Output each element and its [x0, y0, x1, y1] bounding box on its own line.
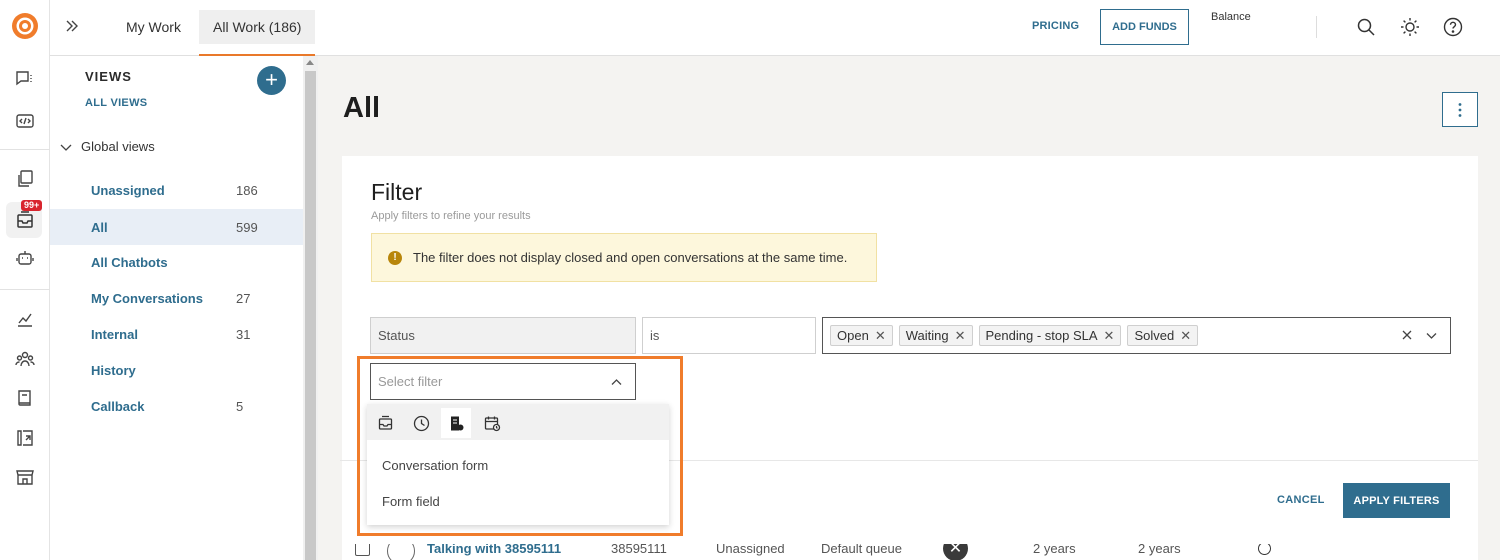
search-icon[interactable]: [1356, 17, 1376, 37]
view-count: 31: [236, 326, 251, 342]
chevron-down-icon: [59, 140, 73, 154]
page-title: All: [343, 92, 381, 124]
rail-divider: [0, 289, 50, 290]
view-count: 27: [236, 290, 251, 306]
scroll-up-arrow[interactable]: [306, 60, 314, 65]
global-views-toggle[interactable]: Global views: [59, 139, 155, 154]
value-chip: Pending - stop SLA ✕: [978, 325, 1122, 346]
warning-icon: !: [388, 250, 402, 265]
tab-all-work[interactable]: All Work (186): [199, 10, 316, 56]
more-options-button[interactable]: [1442, 92, 1478, 127]
left-rail: 99+: [0, 0, 50, 560]
chip-label: Solved: [1134, 328, 1175, 343]
filter-field-select[interactable]: Status: [370, 317, 636, 354]
people-icon[interactable]: [13, 347, 37, 371]
view-count: 186: [236, 182, 258, 198]
notification-badge: 99+: [21, 200, 43, 211]
filter-subtitle: Apply filters to refine your results: [371, 210, 531, 222]
view-label: Internal: [91, 326, 138, 342]
topbar-divider: [1316, 16, 1317, 38]
copy-icon[interactable]: [13, 167, 37, 191]
kebab-icon: [1458, 102, 1462, 117]
view-label: History: [91, 362, 136, 378]
value-chip: Open ✕: [830, 325, 893, 346]
chevron-down-icon[interactable]: [1425, 329, 1438, 342]
help-icon[interactable]: [1443, 17, 1463, 37]
view-item-my-conversations[interactable]: My Conversations 27: [50, 280, 303, 316]
view-item-unassigned[interactable]: Unassigned 186: [50, 172, 303, 208]
filter-operator-select[interactable]: is: [642, 317, 816, 354]
value-chip: Solved ✕: [1127, 325, 1199, 346]
remove-chip-icon[interactable]: ✕: [1104, 328, 1115, 344]
store-icon[interactable]: [13, 465, 37, 489]
apply-filters-button[interactable]: APPLY FILTERS: [1343, 483, 1450, 518]
app-logo-icon[interactable]: [11, 12, 39, 40]
add-view-button[interactable]: +: [257, 66, 286, 95]
view-item-all-chatbots[interactable]: All Chatbots: [50, 244, 303, 280]
clear-all-icon[interactable]: [1400, 328, 1414, 342]
value-chip: Waiting ✕: [898, 325, 973, 346]
view-item-history[interactable]: History: [50, 352, 303, 388]
remove-chip-icon[interactable]: ✕: [955, 328, 966, 344]
all-views-link[interactable]: ALL VIEWS: [85, 97, 147, 109]
chip-label: Pending - stop SLA: [985, 328, 1098, 343]
chip-label: Waiting: [905, 328, 949, 343]
views-title: VIEWS: [85, 69, 132, 84]
view-label: Unassigned: [91, 182, 165, 198]
bot-icon[interactable]: [13, 246, 37, 270]
view-label: Callback: [91, 398, 145, 414]
global-views-label: Global views: [81, 139, 155, 154]
view-count: 5: [236, 398, 244, 414]
tab-my-work[interactable]: My Work: [112, 10, 195, 44]
add-funds-button[interactable]: ADD FUNDS: [1100, 9, 1189, 45]
warning-text: The filter does not display closed and o…: [413, 250, 848, 265]
view-label: All: [91, 219, 108, 235]
rail-divider: [0, 149, 50, 150]
top-bar: My Work All Work (186) PRICING ADD FUNDS…: [50, 0, 1500, 56]
export-icon[interactable]: [13, 426, 37, 450]
inbox-icon[interactable]: [13, 208, 37, 232]
highlight-box: [357, 356, 683, 536]
remove-chip-icon[interactable]: ✕: [875, 328, 886, 344]
view-item-internal[interactable]: Internal 31: [50, 316, 303, 352]
views-panel: VIEWS ALL VIEWS + Global views Unassigne…: [50, 56, 303, 560]
view-item-all[interactable]: All 599: [50, 209, 303, 245]
filter-field-value: Status: [378, 328, 415, 343]
cancel-button[interactable]: CANCEL: [1277, 494, 1325, 506]
filter-warning: ! The filter does not display closed and…: [371, 233, 877, 282]
pricing-link[interactable]: PRICING: [1032, 20, 1079, 32]
theme-sun-icon[interactable]: [1400, 17, 1420, 37]
chip-label: Open: [837, 328, 869, 343]
remove-chip-icon[interactable]: ✕: [1180, 328, 1191, 344]
view-label: My Conversations: [91, 290, 203, 306]
view-item-callback[interactable]: Callback 5: [50, 388, 303, 424]
chat-icon[interactable]: [13, 67, 37, 91]
filter-values-multiselect[interactable]: Open ✕ Waiting ✕ Pending - stop SLA ✕ Solve…: [822, 317, 1451, 354]
balance-label: Balance: [1211, 11, 1251, 23]
view-count: 599: [236, 219, 258, 235]
views-scrollbar[interactable]: [303, 56, 318, 560]
filter-title: Filter: [371, 179, 423, 205]
expand-sidebar-icon[interactable]: [64, 18, 80, 34]
scrollbar-thumb[interactable]: [305, 71, 316, 560]
view-label: All Chatbots: [91, 254, 168, 270]
book-icon[interactable]: [13, 386, 37, 410]
code-icon[interactable]: [13, 109, 37, 133]
analytics-icon[interactable]: [13, 307, 37, 331]
filter-operator-value: is: [650, 328, 660, 343]
